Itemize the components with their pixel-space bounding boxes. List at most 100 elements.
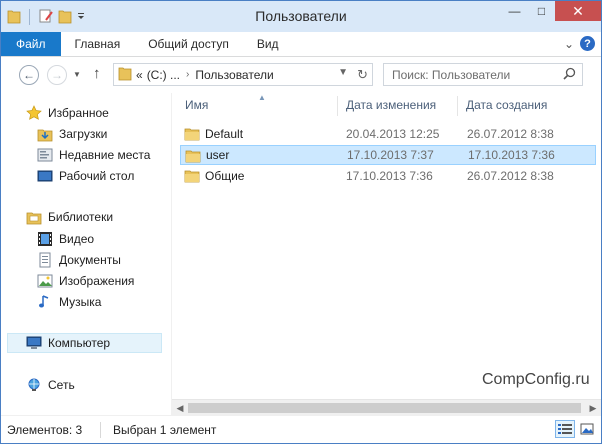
column-header-modified[interactable]: Дата изменения [346,98,436,112]
ribbon-right-controls: ⌄ ? [564,36,595,51]
file-list: ▲ Имя Дата изменения Дата создания Defau… [172,93,601,397]
minimize-button[interactable]: — [501,1,528,21]
large-icons-view-button[interactable] [577,420,597,438]
sort-ascending-icon: ▲ [258,93,266,102]
horizontal-scrollbar[interactable]: ◀ ▶ [172,399,601,416]
details-view-button[interactable] [555,420,575,438]
scroll-right-icon[interactable]: ▶ [587,402,599,414]
computer-icon [26,335,42,351]
maximize-button[interactable]: □ [528,1,555,21]
folder-icon [118,65,132,84]
sidebar-item-downloads[interactable]: Загрузки [1,124,171,144]
table-row[interactable]: Default 20.04.2013 12:25 26.07.2012 8:38 [180,124,596,144]
scroll-thumb[interactable] [188,403,581,413]
sidebar-item-label: Избранное [48,106,109,120]
sidebar-item-pictures[interactable]: Изображения [1,271,171,291]
folder-icon [184,168,200,187]
libraries-icon [26,209,42,225]
table-row[interactable]: user 17.10.2013 7:37 17.10.2013 7:36 [180,145,596,165]
file-modified: 17.10.2013 7:36 [346,169,433,183]
status-bar: Элементов: 3 Выбран 1 элемент [1,415,601,443]
network-icon [26,377,42,393]
expand-ribbon-icon[interactable]: ⌄ [564,37,574,51]
sidebar-item-label: Загрузки [59,127,108,141]
navigation-pane: Избранное Загрузки Недавние места Рабочи… [1,93,171,415]
sidebar-item-music[interactable]: Музыка [1,292,171,312]
search-icon[interactable] [563,67,576,83]
back-button[interactable]: ← [19,65,39,85]
help-icon[interactable]: ? [580,36,595,51]
window-controls: — □ ✕ [501,1,601,21]
sidebar-item-libraries[interactable]: Библиотеки [1,207,171,227]
watermark: CompConfig.ru [482,371,590,388]
file-modified: 17.10.2013 7:37 [347,148,434,162]
address-crumb-current[interactable]: Пользователи [195,68,273,82]
scroll-left-icon[interactable]: ◀ [174,402,186,414]
recent-places-icon [37,147,53,163]
file-created: 26.07.2012 8:38 [467,127,554,141]
sidebar-item-label: Видео [59,232,95,246]
explorer-window: Пользователи — □ ✕ Файл Главная Общий до… [0,0,602,444]
sidebar-item-label: Сеть [48,378,75,392]
sidebar-item-label: Недавние места [59,148,151,162]
file-created: 17.10.2013 7:36 [468,148,555,162]
desktop-icon [37,168,53,184]
large-icons-view-icon [580,423,594,435]
status-item-count: Элементов: 3 [7,423,83,437]
file-name: Общие [205,169,245,183]
sidebar-item-recent-places[interactable]: Недавние места [1,145,171,165]
file-name: user [206,148,230,162]
sidebar-item-label: Библиотеки [48,210,114,224]
file-created: 26.07.2012 8:38 [467,169,554,183]
tab-file[interactable]: Файл [1,32,61,56]
search-box[interactable] [383,63,583,86]
status-selection: Выбран 1 элемент [113,423,217,437]
search-input[interactable] [392,67,562,82]
tab-share[interactable]: Общий доступ [134,32,243,56]
sidebar-item-documents[interactable]: Документы [1,250,171,270]
column-divider[interactable] [457,96,458,116]
up-button[interactable]: ↑ [93,65,101,82]
status-divider [100,422,101,438]
refresh-icon[interactable]: ↻ [357,67,368,83]
star-icon [26,105,42,121]
column-divider[interactable] [337,96,338,116]
sidebar-item-label: Рабочий стол [59,169,135,183]
sidebar-item-videos[interactable]: Видео [1,229,171,249]
sidebar-item-computer[interactable]: Компьютер [7,333,162,353]
sidebar-item-desktop[interactable]: Рабочий стол [1,166,171,186]
sidebar-item-favorites[interactable]: Избранное [1,103,171,123]
sidebar-item-network[interactable]: Сеть [1,375,171,395]
address-bar[interactable]: « (C:) ... › Пользователи ▼ ↻ [113,63,373,86]
address-separator[interactable]: › [186,69,189,80]
forward-button[interactable]: → [47,65,67,85]
music-note-icon [37,294,53,310]
sidebar-item-label: Документы [59,253,121,267]
ribbon-tabs: Файл Главная Общий доступ Вид ⌄ ? [1,32,601,57]
address-dropdown-icon[interactable]: ▼ [338,67,348,78]
recent-locations-icon[interactable]: ▼ [73,70,81,79]
table-row[interactable]: Общие 17.10.2013 7:36 26.07.2012 8:38 [180,166,596,186]
details-view-icon [558,424,572,434]
sidebar-item-label: Компьютер [48,336,111,350]
file-name: Default [205,127,244,141]
address-crumb-drive[interactable]: (C:) ... [147,68,180,82]
tab-view[interactable]: Вид [243,32,293,56]
view-switcher [555,420,597,438]
column-header-created[interactable]: Дата создания [466,98,547,112]
close-button[interactable]: ✕ [555,1,601,21]
folder-icon [185,148,201,167]
tab-home[interactable]: Главная [61,32,135,56]
film-icon [37,231,53,247]
documents-icon [37,252,53,268]
title-bar[interactable]: Пользователи — □ ✕ [1,1,601,32]
folder-icon [184,126,200,145]
downloads-icon [37,126,53,142]
column-header-name[interactable]: Имя [185,98,208,112]
file-modified: 20.04.2013 12:25 [346,127,440,141]
pictures-icon [37,273,53,289]
address-overflow[interactable]: « [136,68,143,82]
navigation-bar: ← → ▼ ↑ « (C:) ... › Пользователи ▼ ↻ [1,57,601,93]
sidebar-item-label: Изображения [59,274,135,288]
sidebar-item-label: Музыка [59,295,102,309]
